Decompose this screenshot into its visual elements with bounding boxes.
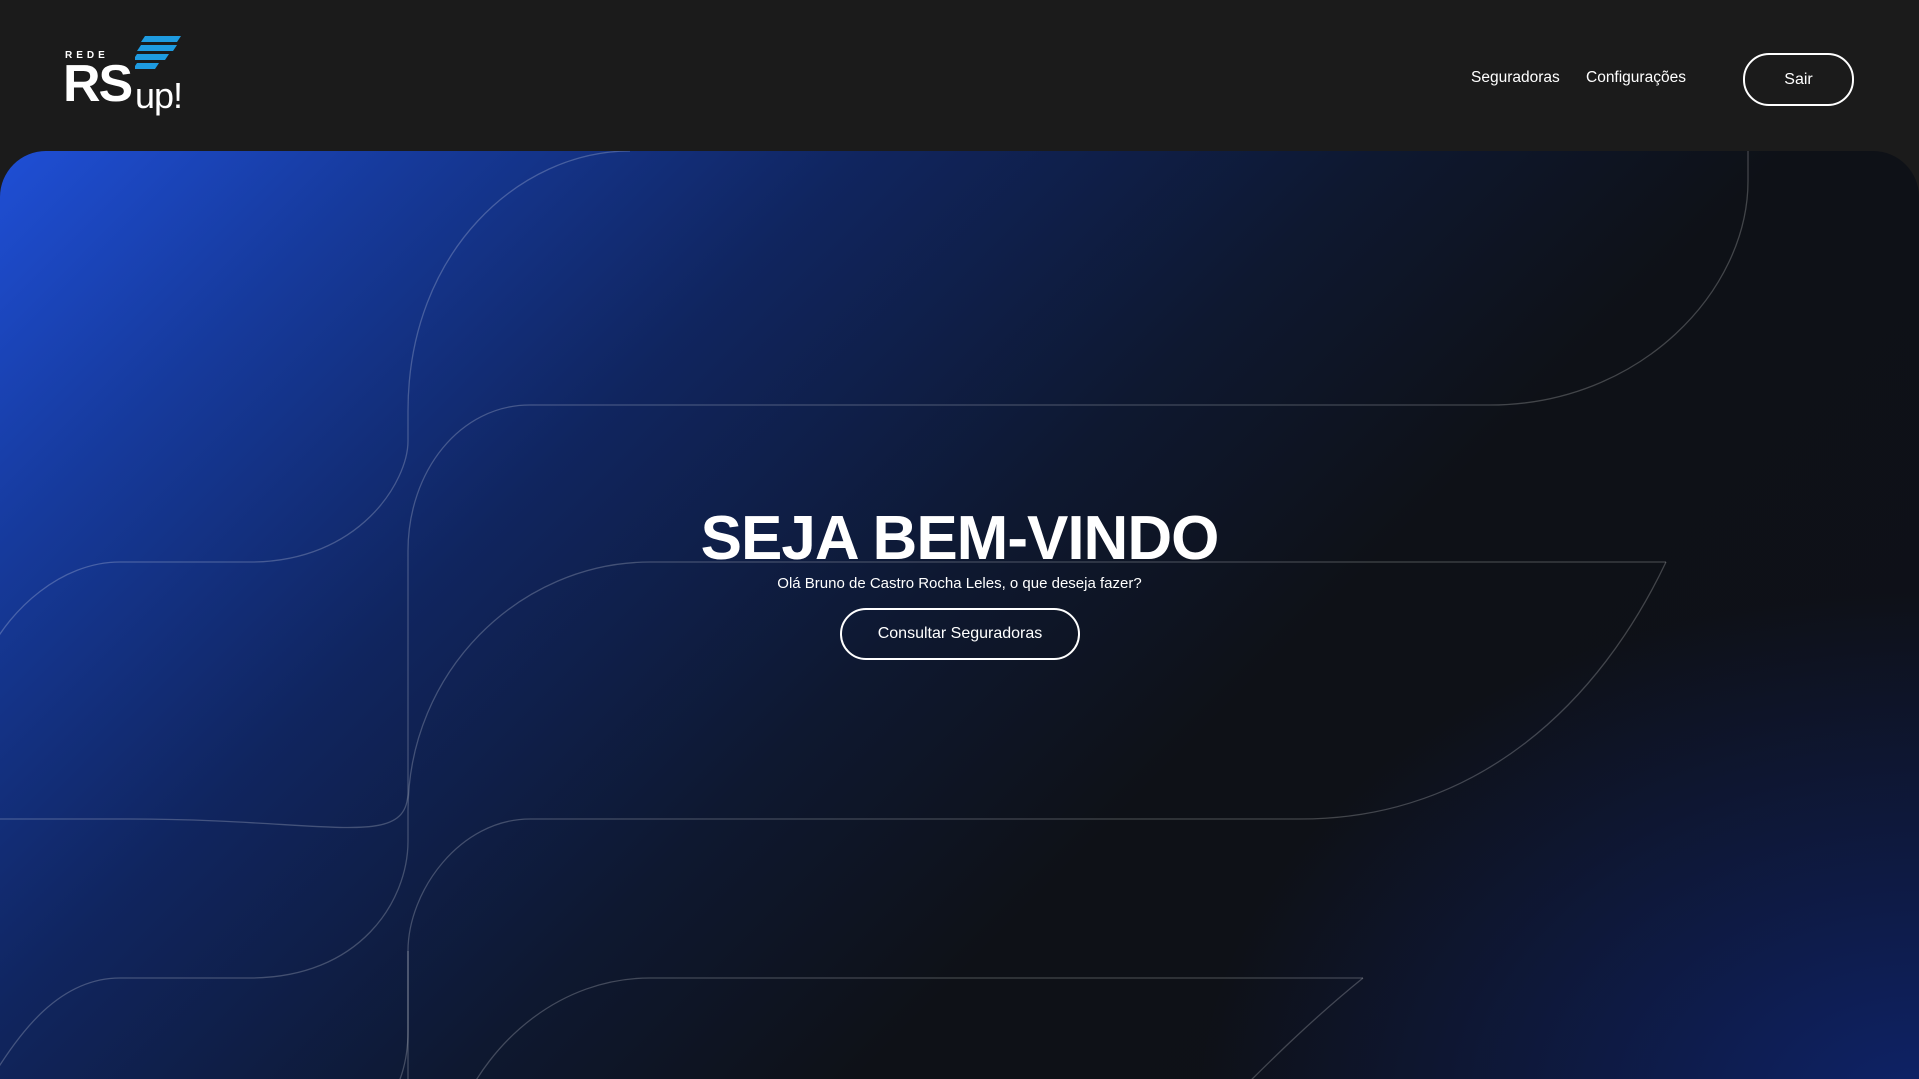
welcome-heading: SEJA BEM-VINDO [700,503,1220,573]
nav-link-seguradoras[interactable]: Seguradoras [1471,69,1560,87]
page: REDE RS up! Seguradoras Configurações Sa… [0,0,1919,1079]
logo-rs-text: RS [63,55,133,113]
logo-up-text: up! [135,75,183,116]
rede-rsup-logo[interactable]: REDE RS up! [62,36,192,126]
hero-banner: SEJA BEM-VINDO Olá Bruno de Castro Rocha… [0,151,1919,1079]
stacked-stripes-icon [135,36,181,69]
nav-link-configuracoes[interactable]: Configurações [1586,69,1686,87]
top-header: REDE RS up! Seguradoras Configurações Sa… [0,0,1919,151]
logout-button[interactable]: Sair [1743,53,1854,106]
consultar-seguradoras-button[interactable]: Consultar Seguradoras [840,608,1080,660]
welcome-subtitle: Olá Bruno de Castro Rocha Leles, o que d… [777,575,1142,592]
